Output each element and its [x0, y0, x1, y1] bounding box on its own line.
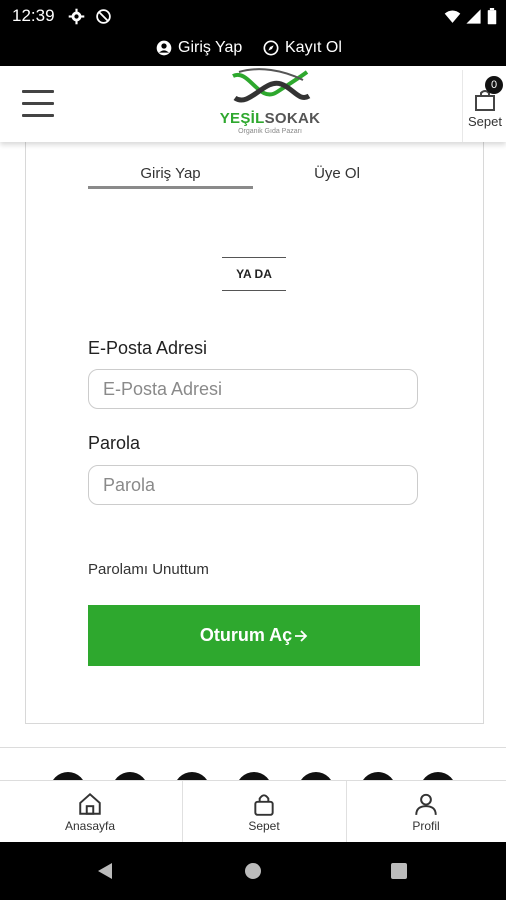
battery-icon	[487, 8, 497, 25]
back-icon[interactable]	[96, 862, 114, 880]
tab-login-indicator	[88, 186, 253, 189]
brand-name-green: YEŞİL	[219, 110, 265, 127]
status-bar: 12:39	[0, 0, 506, 33]
nav-home-label: Anasayfa	[64, 819, 116, 833]
cart-count-badge: 0	[485, 76, 503, 94]
app-header: YEŞİLSOKAK Organik Gıda Pazarı 0 Sepet	[0, 66, 506, 142]
tab-signup[interactable]: Üye Ol	[276, 165, 398, 182]
hamburger-menu-icon[interactable]	[22, 90, 56, 118]
brand-name-gray: SOKAK	[264, 110, 321, 127]
header-cart-button[interactable]: 0 Sepet	[462, 70, 506, 142]
recents-icon[interactable]	[391, 863, 407, 879]
logo-swoosh-icon	[232, 68, 311, 103]
home-icon	[79, 792, 101, 815]
bottom-navigation: Anasayfa Sepet Profil	[0, 780, 506, 843]
lock-icon	[254, 794, 274, 816]
or-divider: YA DA	[222, 257, 286, 291]
nav-profile-label: Profil	[412, 819, 440, 833]
top-links-bar: Giriş Yap Kayıt Ol	[0, 33, 506, 66]
email-label: E-Posta Adresi	[88, 338, 208, 358]
brand-tagline: Organik Gıda Pazarı	[238, 128, 302, 135]
password-label: Parola	[88, 433, 141, 453]
settings-icon	[68, 8, 85, 25]
system-navigation-bar	[0, 842, 506, 900]
section-divider	[0, 747, 506, 748]
account-circle-icon	[156, 40, 172, 56]
nav-cart[interactable]: Sepet	[180, 781, 348, 843]
register-link-label: Kayıt Ol	[285, 39, 342, 56]
email-input[interactable]	[88, 369, 418, 409]
nav-cart-label: Sepet	[248, 819, 280, 833]
nav-profile[interactable]: Profil	[342, 781, 506, 843]
password-input[interactable]	[88, 465, 418, 505]
signal-icon	[466, 9, 481, 24]
user-icon	[415, 793, 437, 815]
wifi-icon	[444, 10, 461, 23]
compass-icon	[263, 40, 279, 56]
login-card: Giriş Yap Üye Ol YA DA E-Posta Adresi Pa…	[25, 130, 484, 724]
cart-label: Sepet	[468, 114, 502, 129]
status-time: 12:39	[12, 6, 55, 25]
register-link[interactable]: Kayıt Ol	[263, 39, 342, 57]
arrow-right-icon	[295, 629, 308, 642]
forgot-password-link[interactable]: Parolamı Unuttum	[88, 561, 209, 578]
home-circle-icon[interactable]	[244, 862, 262, 880]
brand-logo[interactable]: YEŞİLSOKAK Organik Gıda Pazarı	[215, 68, 325, 140]
login-link[interactable]: Giriş Yap	[156, 39, 242, 57]
tab-login[interactable]: Giriş Yap	[88, 165, 253, 182]
brand-name: YEŞİLSOKAK	[215, 110, 325, 127]
nav-home[interactable]: Anasayfa	[6, 781, 174, 843]
login-link-label: Giriş Yap	[178, 39, 243, 56]
blocked-icon	[96, 9, 111, 24]
login-submit-label: Oturum Aç	[199, 625, 293, 645]
login-submit-button[interactable]: Oturum Aç	[88, 605, 420, 666]
